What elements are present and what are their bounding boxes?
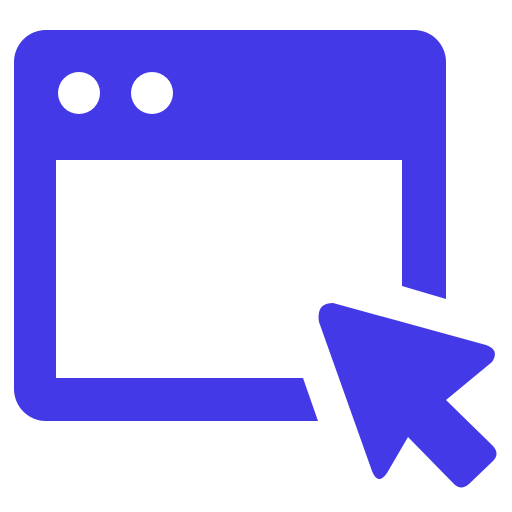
window-click-graphic — [14, 30, 497, 488]
window-dot-right — [131, 72, 173, 114]
mouse-pointer-icon — [318, 303, 497, 488]
browser-window-click-icon — [0, 0, 512, 512]
window-dot-left — [58, 72, 100, 114]
